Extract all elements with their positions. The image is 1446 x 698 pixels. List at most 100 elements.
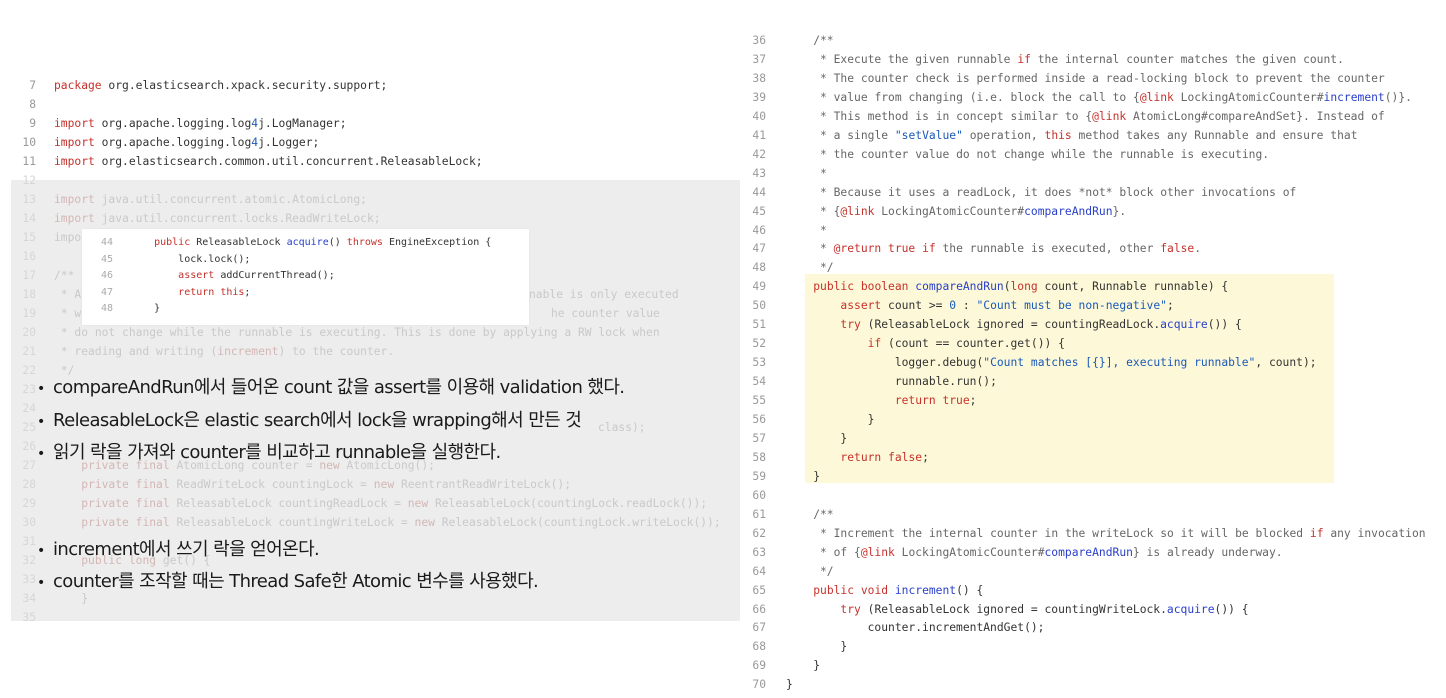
code-line: public void increment() { [813,583,984,597]
line-number: 59 [752,469,766,483]
line-number: 12 [22,174,36,187]
code-line: lock.lock(); [178,253,251,265]
line-number: 17 [22,269,36,282]
line-number: 54 [752,375,766,389]
bullet-text: ReleasableLock은 elastic search에서 lock을 w… [53,409,582,431]
right-code-panel: 36 /** 37 * Execute the given runnable if… [740,0,1446,698]
line-number: 44 [100,237,113,248]
bullet-dot: • [37,381,45,397]
code-line: * {@link LockingAtomicCounter#compareAnd… [786,204,1127,218]
line-number: 7 [29,79,36,92]
code-line: private final ReleasableLock countingRea… [81,497,708,510]
code-line: */ [786,564,834,578]
code-line-tail: nable is only executed [529,288,679,301]
code-line: } [786,640,848,654]
bullet-note: • increment에서 쓰기 락을 얻어온다. [37,535,320,561]
code-line: import java.util.concurrent.atomic.Atomi… [54,193,367,206]
line-number: 32 [22,554,36,567]
bullet-note: • 읽기 락을 가져와 counter를 비교하고 runnable을 실행한다. [37,438,501,464]
bullet-note: • compareAndRun에서 들어온 count 값을 assert를 이용… [37,373,625,399]
code-line: package org.elasticsearch.xpack.security… [54,79,388,92]
code-line: * Execute the given runnable if the inte… [786,52,1344,66]
bullet-dot: • [37,543,45,559]
line-number: 55 [752,394,766,408]
code-line: * value from changing (i.e. block the ca… [786,90,1412,104]
code-line: /** [786,34,834,47]
line-number: 13 [22,193,36,206]
line-number: 28 [22,478,36,491]
code-line: import org.apache.logging.log4j.Logger; [54,136,320,149]
code-line: * reading and writing (increment) to the… [54,345,395,358]
line-number: 61 [752,507,766,521]
line-number: 29 [22,497,36,510]
line-number: 20 [22,326,36,339]
line-number: 62 [752,526,766,540]
code-snippet-popup: 44 public ReleasableLock acquire() throw… [82,229,529,325]
line-number: 36 [752,34,766,47]
line-number: 46 [100,270,113,281]
line-number: 8 [29,98,36,111]
line-number: 37 [752,52,766,66]
code-line: return this; [178,286,251,298]
line-number: 19 [22,307,36,320]
code-line: public ReleasableLock acquire() throws E… [154,237,492,248]
bullet-dot: • [37,446,45,462]
bullet-note: • ReleasableLock은 elastic search에서 lock을 … [37,406,582,432]
code-line: } [786,413,875,426]
code-line: return false; [840,450,929,464]
code-line: assert count >= 0 : "Count must be non-n… [840,299,1174,313]
bullet-text: increment에서 쓰기 락을 얻어온다. [53,539,320,560]
line-number: 56 [752,413,766,426]
code-line: * [786,223,827,237]
code-line: * Increment the internal counter in the … [786,526,1426,540]
line-number: 18 [22,288,36,301]
line-number: 38 [752,71,766,85]
code-line: public boolean compareAndRun(long count,… [813,280,1229,294]
line-number: 35 [22,611,36,624]
code-line: /** [54,269,75,282]
line-number: 49 [752,280,766,294]
code-line: import org.apache.logging.log4j.LogManag… [54,117,347,130]
code-line: private final ReleasableLock countingWri… [81,516,721,529]
line-number: 21 [22,345,36,358]
line-number: 64 [752,564,766,578]
line-number: 65 [752,583,766,597]
code-line: runnable.run(); [894,375,997,389]
line-number: 48 [752,261,766,275]
line-number: 10 [22,136,36,149]
line-number: 25 [22,421,36,434]
line-number: 34 [22,592,36,605]
line-number: 27 [22,459,36,472]
code-line: try (ReleasableLock ignored = countingRe… [840,318,1242,332]
line-number: 24 [22,402,36,415]
line-number: 14 [22,212,36,225]
code-line-tail: he counter value [551,307,660,320]
line-number: 23 [22,383,36,396]
bullet-note: • counter를 조작할 때는 Thread Safe한 Atomic 변수를… [37,567,539,593]
line-number: 48 [100,303,113,314]
line-number: 30 [22,516,36,529]
line-number: 60 [752,488,766,502]
line-number: 15 [22,231,36,244]
line-number: 45 [100,253,113,265]
code-line: } [786,431,848,445]
code-line: import org.elasticsearch.common.util.con… [54,155,483,168]
code-line: } [786,469,821,483]
code-line: * the counter value do not change while … [786,147,1270,161]
line-number: 47 [752,242,766,256]
code-line: logger.debug("Count matches [{}], execut… [894,356,1317,370]
code-line: impo [54,231,82,244]
line-number: 39 [752,90,766,104]
line-number: 63 [752,545,766,559]
bullet-dot: • [37,413,45,430]
line-number: 46 [752,223,766,237]
line-number: 66 [752,602,766,616]
line-number: 26 [22,440,36,453]
code-line: return true; [894,394,977,408]
code-line: * [786,166,827,180]
code-line: * A [54,288,82,301]
bullet-text: compareAndRun에서 들어온 count 값을 assert를 이용해… [53,377,625,398]
line-number: 43 [752,166,766,180]
line-number: 70 [752,678,766,692]
code-line: } [786,678,793,692]
